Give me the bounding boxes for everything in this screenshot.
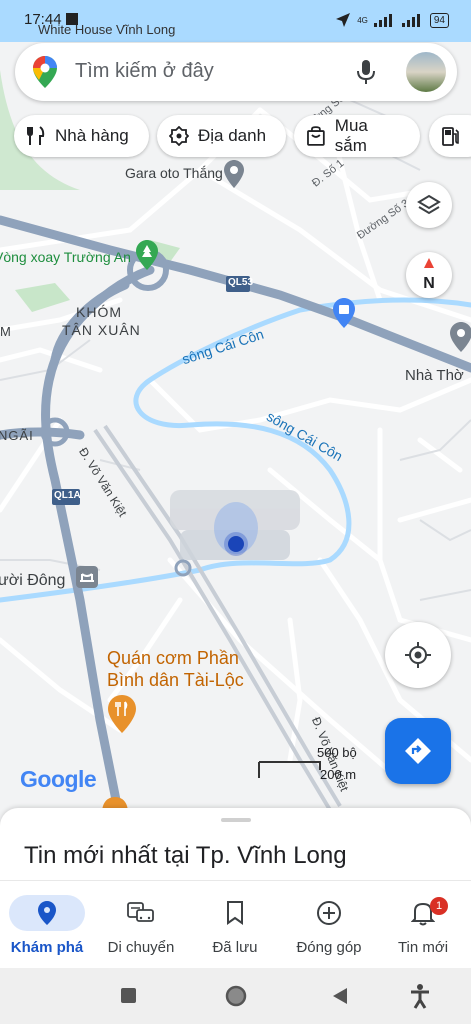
compass-button[interactable]: N <box>406 252 452 298</box>
status-time: 17:44 <box>24 11 62 28</box>
map-label-nha-tho[interactable]: Nhà Thờ <box>405 367 464 384</box>
nav-updates[interactable]: 1 Tin mới <box>376 881 470 969</box>
church-pin-icon[interactable] <box>450 322 471 352</box>
nav-commute[interactable]: Di chuyển <box>94 881 188 969</box>
chip-shopping-label: Mua sắm <box>334 116 368 155</box>
sheet-drag-handle[interactable] <box>221 818 251 822</box>
bottom-nav: Khám phá Di chuyển Đã lưu Đóng góp 1 Tin… <box>0 880 471 969</box>
road-shield-ql53: QL53 <box>228 277 254 288</box>
nav-updates-icon-wrap <box>385 895 461 931</box>
map-label-tan-xuan: TÂN XUÂN <box>62 322 141 338</box>
map-label-khom: KHÓM <box>76 304 122 320</box>
shopping-bag-icon <box>307 126 325 146</box>
crosshair-icon <box>405 642 431 668</box>
nav-contribute-icon-wrap <box>291 895 367 931</box>
map-label-nuoi-dong: ười Đông <box>0 572 66 589</box>
nav-contribute[interactable]: Đóng góp <box>282 881 376 969</box>
road-shield-ql1a: QL1A <box>54 490 81 501</box>
landmark-icon <box>169 126 189 146</box>
gara-pin-icon[interactable] <box>224 160 244 188</box>
bridge-pin-icon[interactable] <box>76 566 98 588</box>
map-label-gara[interactable]: Gara oto Thắng <box>125 165 223 181</box>
avatar[interactable] <box>406 52 446 92</box>
shopping-pin-icon[interactable] <box>333 298 355 328</box>
map-label-m: M <box>0 324 11 339</box>
home-icon[interactable] <box>225 985 247 1007</box>
map-label-vong-xoay[interactable]: Vòng xoay Trường An <box>0 249 131 265</box>
layers-icon <box>417 194 441 215</box>
bookmark-icon <box>227 901 243 925</box>
chip-shopping[interactable]: Mua sắm <box>294 115 420 157</box>
signal-icon-2 <box>401 14 420 27</box>
compass-icon: N <box>423 258 435 292</box>
nav-explore-highlight <box>9 895 85 931</box>
nav-explore-label: Khám phá <box>10 939 84 956</box>
fork-knife-icon <box>27 126 45 145</box>
chip-restaurants-label: Nhà hàng <box>55 126 129 145</box>
google-logo: Google <box>20 766 97 792</box>
map-label-quan-com-2[interactable]: Bình dân Tài-Lộc <box>107 670 244 691</box>
explore-pin-icon <box>38 901 56 925</box>
chip-landmarks[interactable]: Địa danh <box>157 115 286 157</box>
recent-apps-icon[interactable] <box>121 988 136 1003</box>
nav-saved-label: Đã lưu <box>212 939 258 956</box>
scale-label-meters: 200 m <box>320 767 357 782</box>
nav-commute-icon-wrap <box>103 895 179 931</box>
nav-saved-icon-wrap <box>197 895 273 931</box>
map-label-quan-com-1[interactable]: Quán cơm Phần <box>107 648 239 669</box>
my-location-button[interactable] <box>385 622 451 688</box>
directions-button[interactable] <box>385 718 451 784</box>
notification-badge: 1 <box>430 897 448 915</box>
location-arrow-icon <box>336 13 351 27</box>
directions-icon <box>405 738 431 764</box>
gas-station-icon <box>442 127 459 146</box>
nav-commute-label: Di chuyển <box>107 939 175 956</box>
network-type-label: 4G <box>357 15 368 25</box>
microphone-icon[interactable] <box>357 60 375 86</box>
nav-saved[interactable]: Đã lưu <box>188 881 282 969</box>
notification-square-icon <box>66 13 78 25</box>
battery-icon: 94 <box>429 12 449 28</box>
accessibility-icon[interactable] <box>409 983 431 1009</box>
layers-button[interactable] <box>406 182 452 228</box>
chip-gas-station[interactable] <box>429 115 471 157</box>
commute-icon <box>127 902 154 922</box>
battery-level: 94 <box>433 14 445 26</box>
map-label-ngai: NGÃI <box>0 428 34 443</box>
search-input[interactable]: Tìm kiếm ở đây <box>75 60 214 83</box>
chip-landmarks-label: Địa danh <box>198 126 267 145</box>
system-nav-bar <box>0 968 471 1024</box>
svg-text:N: N <box>423 275 435 292</box>
sheet-title: Tin mới nhất tại Tp. Vĩnh Long <box>24 842 347 869</box>
add-circle-icon <box>317 901 341 925</box>
google-maps-pin-icon <box>33 56 57 88</box>
signal-icon <box>373 14 392 27</box>
nav-updates-label: Tin mới <box>397 939 449 956</box>
status-icons: 4G 94 <box>335 12 449 28</box>
nav-contribute-label: Đóng góp <box>296 939 362 956</box>
nav-explore[interactable]: Khám phá <box>0 881 94 969</box>
park-pin-icon[interactable] <box>136 240 158 270</box>
restaurant-pin-icon[interactable] <box>108 695 136 733</box>
chip-restaurants[interactable]: Nhà hàng <box>14 115 149 157</box>
scale-label-feet: 500 bộ <box>317 745 357 760</box>
back-icon[interactable] <box>332 987 348 1005</box>
status-bar: 17:44 4G 94 <box>0 0 471 40</box>
search-bar[interactable]: Tìm kiếm ở đây <box>15 43 457 101</box>
